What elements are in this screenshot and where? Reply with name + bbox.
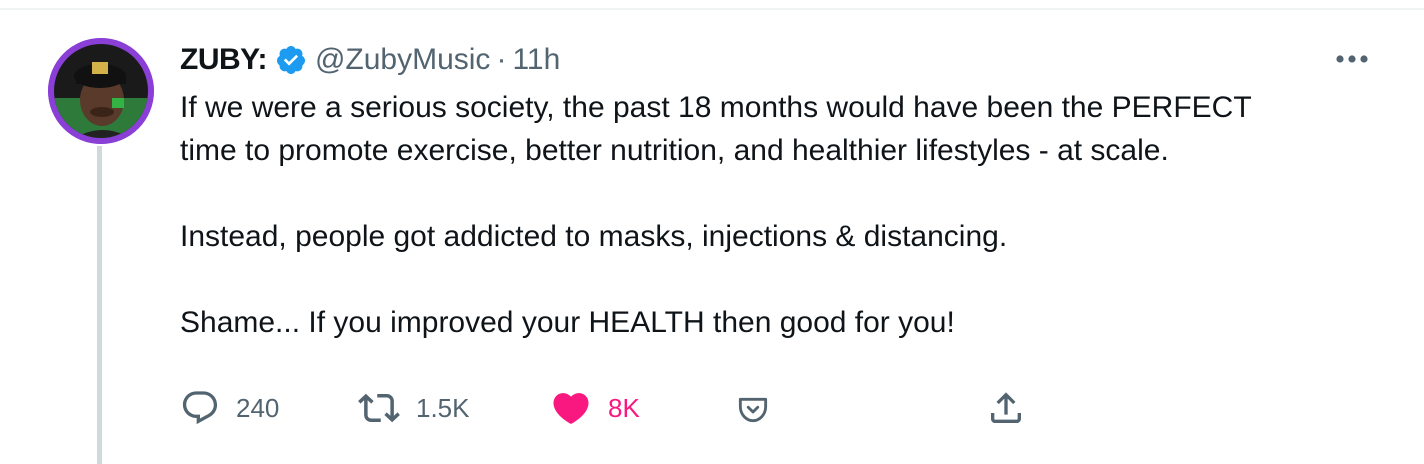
timestamp[interactable]: 11h bbox=[512, 43, 560, 77]
retweet-button[interactable]: 1.5K bbox=[358, 386, 470, 430]
more-icon bbox=[1336, 55, 1368, 63]
thread-line bbox=[97, 146, 102, 464]
like-button[interactable]: 8K bbox=[550, 386, 640, 430]
tweet-text: If we were a serious society, the past 1… bbox=[180, 86, 1400, 344]
reply-count: 240 bbox=[236, 392, 280, 423]
tweet-line-1: If we were a serious society, the past 1… bbox=[180, 91, 1252, 124]
like-count: 8K bbox=[608, 392, 640, 423]
share-icon bbox=[991, 392, 1021, 423]
retweet-icon bbox=[358, 393, 400, 423]
tip-button[interactable] bbox=[734, 386, 772, 430]
reply-icon bbox=[182, 391, 218, 425]
separator-dot: · bbox=[496, 43, 507, 76]
author-handle[interactable]: @ZubyMusic bbox=[315, 43, 491, 77]
heart-icon bbox=[553, 393, 589, 425]
verified-badge-icon bbox=[275, 44, 307, 76]
avatar-image bbox=[48, 38, 154, 144]
tweet-line-4: Shame... If you improved your HEALTH the… bbox=[180, 306, 955, 339]
tweet-line-3: Instead, people got addicted to masks, i… bbox=[180, 220, 1008, 253]
more-options-button[interactable] bbox=[1330, 44, 1374, 74]
retweet-count: 1.5K bbox=[416, 392, 470, 423]
display-name[interactable]: ZUBY: bbox=[180, 43, 267, 77]
reply-button[interactable]: 240 bbox=[180, 386, 279, 430]
tweet-header: ZUBY: @ZubyMusic · 11h bbox=[180, 40, 560, 80]
tip-jar-icon bbox=[738, 397, 768, 423]
tweet-line-2: time to promote exercise, better nutriti… bbox=[180, 134, 1169, 167]
avatar[interactable] bbox=[48, 38, 154, 144]
top-divider bbox=[0, 8, 1424, 10]
share-button[interactable] bbox=[986, 386, 1026, 430]
